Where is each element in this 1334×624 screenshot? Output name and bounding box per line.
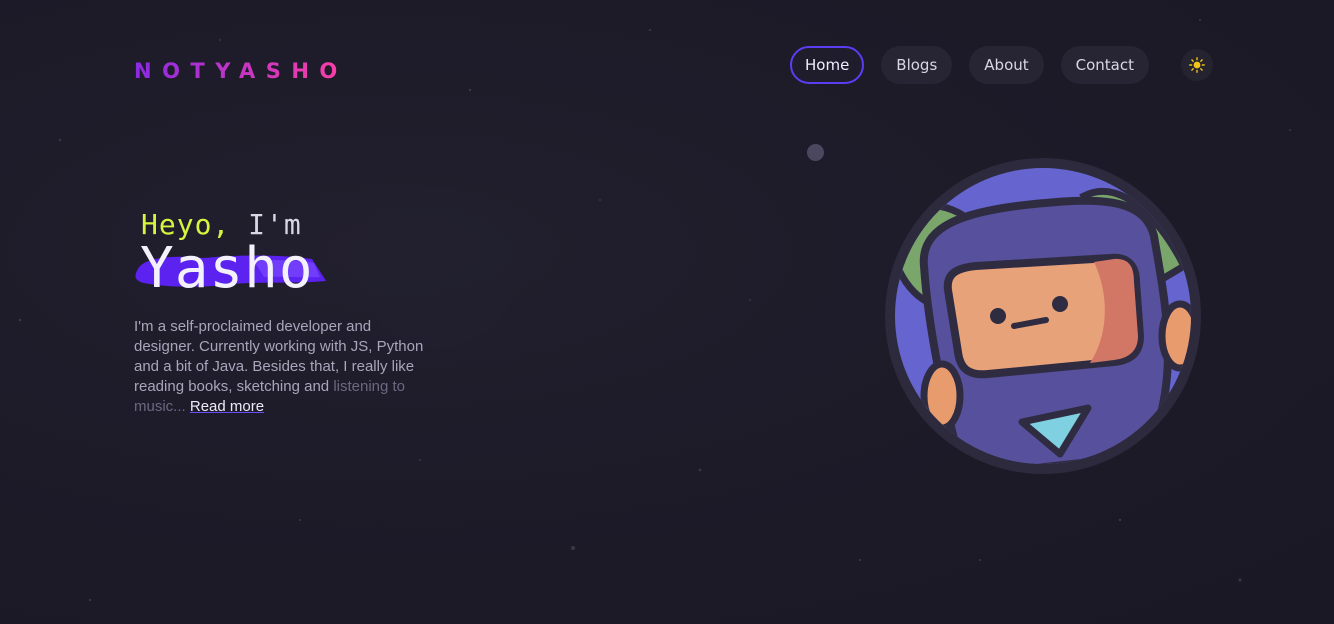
nav-about-button[interactable]: About [969,46,1044,84]
nav-about-label: About [984,56,1029,74]
nav-blogs-button[interactable]: Blogs [881,46,953,84]
name-highlight: Yasho [134,237,334,301]
main-nav: Home Blogs About Contact [790,46,1213,84]
read-more-link[interactable]: Read more [190,398,264,415]
hero-bio: I'm a self-proclaimed developer and desi… [134,317,424,417]
nav-blogs-label: Blogs [896,56,938,74]
nav-contact-button[interactable]: Contact [1060,46,1149,84]
nav-home-label: Home [805,56,850,74]
hero-section: Heyo, I'm Yasho I'm a self-proclaimed de… [134,208,434,417]
hero-name: Yasho [140,236,314,301]
nav-contact-label: Contact [1075,56,1134,74]
robot-avatar [885,158,1201,474]
logo-wordmark: NOTYASHO [134,59,344,83]
site-logo[interactable]: NOTYASHO [134,56,344,84]
theme-toggle-button[interactable] [1181,49,1213,81]
logo-text: NOTYASHO [134,59,344,83]
nav-home-button[interactable]: Home [790,46,865,84]
page: NOTYASHO Home Blogs About Contact Heyo, … [0,0,1334,624]
decorative-dot [807,144,824,161]
avatar-illustration [884,156,1202,474]
sun-icon [1189,57,1205,73]
